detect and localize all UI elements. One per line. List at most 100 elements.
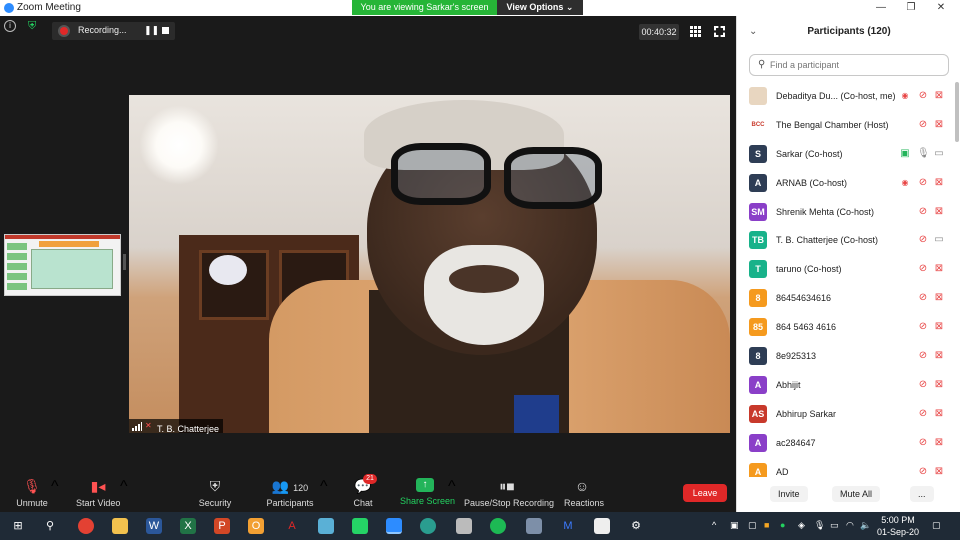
camera-off-icon[interactable]: ⊠: [933, 177, 945, 189]
camera-off-icon[interactable]: ⊠: [933, 350, 945, 362]
mic-muted-icon[interactable]: ⊘: [917, 379, 929, 391]
security-button[interactable]: ⛨ Security: [198, 478, 232, 510]
mic-muted-icon[interactable]: ⊘: [917, 350, 929, 362]
participant-row[interactable]: 85 864 5463 4616 ⊘ ⊠: [737, 313, 960, 342]
camera-off-icon[interactable]: ⊠: [933, 263, 945, 275]
meeting-info-icon[interactable]: i: [4, 20, 16, 32]
participant-row[interactable]: Aac284647 ⊘ ⊠: [737, 429, 960, 458]
participant-row[interactable]: 8 8e925313 ⊘ ⊠: [737, 342, 960, 371]
mic-muted-icon[interactable]: ⊘: [917, 90, 929, 102]
unmute-button[interactable]: 🎙 Unmute: [14, 478, 50, 510]
shared-screen-thumbnail[interactable]: [4, 234, 121, 296]
participant-search[interactable]: ⚲: [749, 54, 949, 76]
tray-battery-icon[interactable]: ▭: [830, 520, 839, 531]
fullscreen-icon[interactable]: [714, 26, 725, 37]
minimize-button[interactable]: —: [866, 0, 896, 16]
camera-off-icon[interactable]: ⊠: [933, 321, 945, 333]
stop-recording-button[interactable]: [162, 27, 169, 34]
tray-volume-icon[interactable]: 🔈: [860, 520, 871, 531]
store-icon[interactable]: [594, 518, 610, 534]
excel-icon[interactable]: X: [180, 518, 196, 534]
mic-muted-icon[interactable]: ⊘: [917, 466, 929, 477]
chrome-icon[interactable]: [78, 518, 94, 534]
tray-app4-icon[interactable]: ◈: [798, 520, 805, 531]
pause-stop-recording-button[interactable]: ⏸■ Pause/Stop Recording: [464, 478, 554, 510]
participant-row[interactable]: BCC The Bengal Chamber (Host) ⊘ ⊠: [737, 111, 960, 140]
participant-row[interactable]: A ARNAB (Co-host) ◉ ⊘ ⊠: [737, 169, 960, 198]
participant-row[interactable]: TB T. B. Chatterjee (Co-host) ⊘ ▭: [737, 226, 960, 255]
m-app-icon[interactable]: M: [560, 518, 576, 534]
search-taskbar-icon[interactable]: ⚲: [42, 518, 58, 534]
list-scrollbar[interactable]: [955, 82, 959, 142]
more-options-button[interactable]: ...: [910, 486, 934, 502]
notifications-icon[interactable]: ▢: [932, 520, 941, 531]
leave-button[interactable]: Leave: [683, 484, 727, 502]
camera-icon[interactable]: ▭: [933, 148, 945, 160]
camera-off-icon[interactable]: ⊠: [933, 379, 945, 391]
participant-row[interactable]: Debaditya Du... (Co-host, me) ◉ ⊘ ⊠: [737, 82, 960, 111]
acrobat-icon[interactable]: A: [284, 518, 300, 534]
mic-muted-icon[interactable]: ⊘: [917, 292, 929, 304]
powerpoint-icon[interactable]: P: [214, 518, 230, 534]
tray-app3-icon[interactable]: ●: [780, 520, 785, 530]
mute-all-button[interactable]: Mute All: [832, 486, 881, 502]
start-video-button[interactable]: ▮◂ Start Video: [76, 478, 120, 510]
zoom-taskbar-icon[interactable]: [386, 518, 402, 534]
participant-row[interactable]: A AD ⊘ ⊠: [737, 458, 960, 477]
camera-off-icon[interactable]: ⊠: [933, 437, 945, 449]
tray-app-icon[interactable]: ▢: [748, 520, 757, 531]
camera-off-icon[interactable]: ⊠: [933, 90, 945, 102]
camera-off-icon[interactable]: ⊠: [933, 408, 945, 420]
word-icon[interactable]: W: [146, 518, 162, 534]
mic-muted-icon[interactable]: ⊘: [917, 177, 929, 189]
share-options-caret[interactable]: ^: [448, 478, 456, 510]
tray-network-icon[interactable]: ▣: [730, 520, 739, 531]
camera-off-icon[interactable]: ⊠: [933, 466, 945, 477]
file-explorer-icon[interactable]: [112, 518, 128, 534]
participants-button[interactable]: 👥 120 Participants: [266, 478, 314, 510]
browser-icon[interactable]: [420, 518, 436, 534]
taskbar-clock[interactable]: 5:00 PM 01-Sep-20: [872, 514, 924, 538]
mic-muted-icon[interactable]: ⊘: [917, 206, 929, 218]
share-screen-button[interactable]: ↑ Share Screen: [400, 478, 455, 510]
participant-row[interactable]: A Abhijit ⊘ ⊠: [737, 371, 960, 400]
participant-row[interactable]: 8 86454634616 ⊘ ⊠: [737, 284, 960, 313]
notes-app-icon[interactable]: [318, 518, 334, 534]
pause-recording-button[interactable]: ❚❚: [144, 25, 159, 36]
mic-muted-icon[interactable]: ⊘: [917, 234, 929, 246]
mic-muted-icon[interactable]: ⊘: [917, 119, 929, 131]
tray-wifi-icon[interactable]: ◠: [846, 520, 854, 531]
chat-button[interactable]: 💬 21 Chat: [350, 474, 377, 510]
participant-row[interactable]: AS Abhirup Sarkar ⊘ ⊠: [737, 400, 960, 429]
participants-caret[interactable]: ^: [320, 478, 328, 510]
tray-app2-icon[interactable]: ■: [764, 520, 769, 530]
gallery-view-icon[interactable]: [690, 26, 701, 37]
restore-button[interactable]: ❐: [896, 0, 926, 16]
mic-icon[interactable]: 🎙: [917, 148, 930, 160]
participant-row[interactable]: SM Shrenik Mehta (Co-host) ⊘ ⊠: [737, 198, 960, 227]
camera-off-icon[interactable]: ⊠: [933, 119, 945, 131]
spotify-icon[interactable]: [490, 518, 506, 534]
close-button[interactable]: ✕: [926, 0, 956, 16]
video-options-caret[interactable]: ^: [120, 478, 128, 510]
view-options-button[interactable]: View Options ⌄: [497, 0, 583, 15]
splitter-handle[interactable]: [123, 254, 126, 270]
tray-mic-icon[interactable]: 🎙: [814, 520, 825, 531]
windows-start-icon[interactable]: ⊞: [10, 518, 26, 534]
whatsapp-icon[interactable]: [352, 518, 368, 534]
outlook-icon[interactable]: O: [248, 518, 264, 534]
settings-gear-icon[interactable]: ⚙: [628, 518, 644, 534]
reactions-button[interactable]: ☺ Reactions: [564, 478, 604, 510]
mic-muted-icon[interactable]: ⊘: [917, 408, 929, 420]
mic-muted-icon[interactable]: ⊘: [917, 263, 929, 275]
camera-icon[interactable]: ▭: [933, 234, 945, 246]
encryption-shield-icon[interactable]: ⛨: [28, 20, 40, 33]
audio-options-caret[interactable]: ^: [51, 478, 59, 510]
camera-icon[interactable]: [526, 518, 542, 534]
invite-button[interactable]: Invite: [770, 486, 808, 502]
camera-off-icon[interactable]: ⊠: [933, 206, 945, 218]
calculator-icon[interactable]: [456, 518, 472, 534]
participant-row[interactable]: Ttaruno (Co-host) ⊘ ⊠: [737, 255, 960, 284]
search-input[interactable]: [770, 58, 940, 72]
participant-row[interactable]: S Sarkar (Co-host) ▣ 🎙 ▭: [737, 140, 960, 169]
